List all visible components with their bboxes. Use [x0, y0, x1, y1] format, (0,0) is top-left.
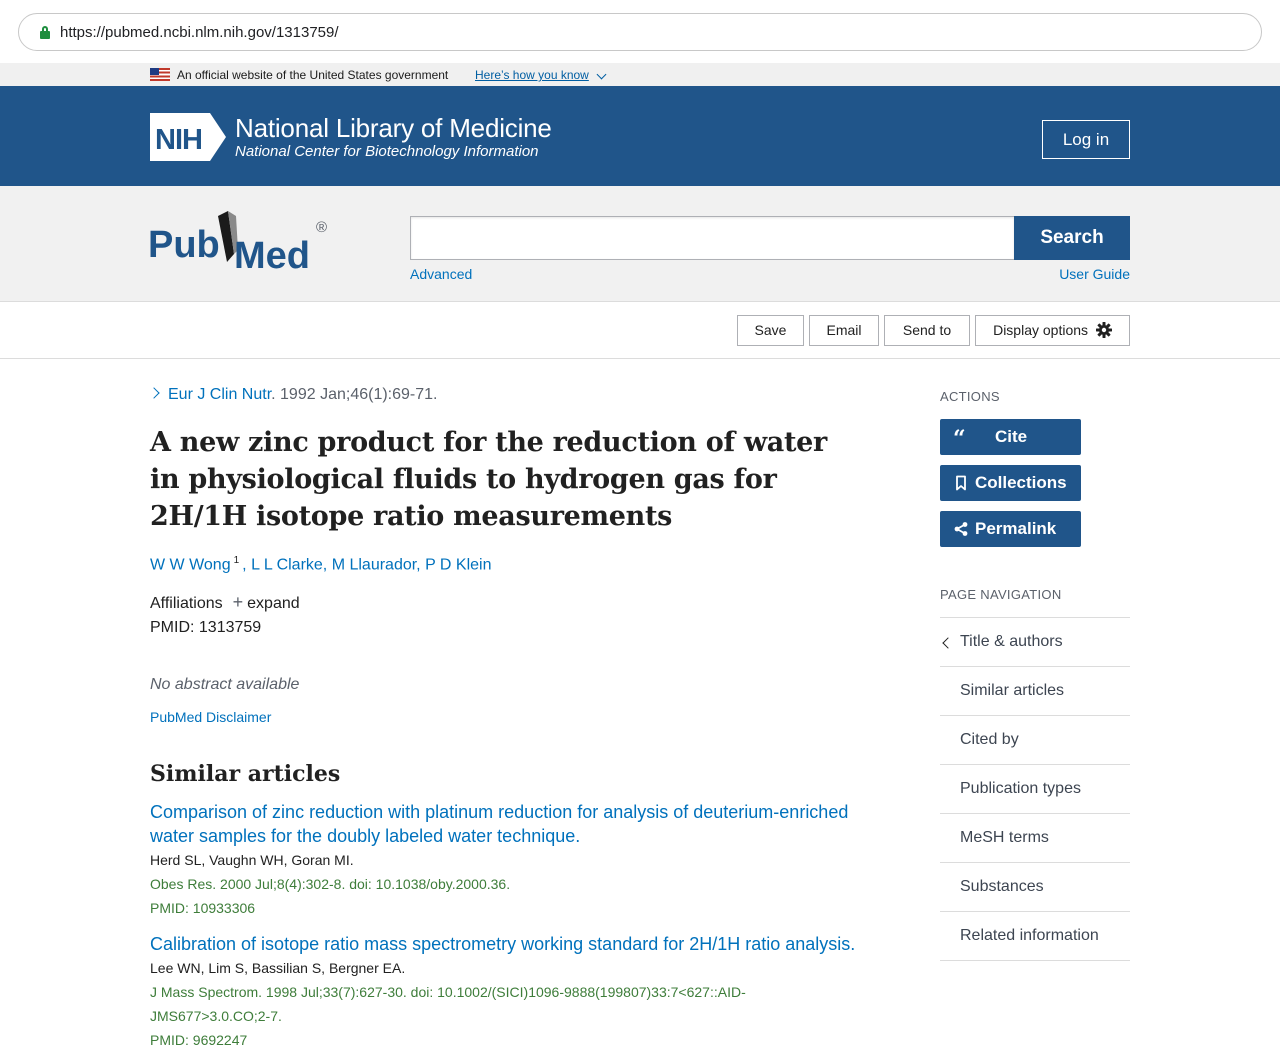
pubmed-search-band: Pub Med ® Search Advanced User Guide	[0, 186, 1280, 302]
url-text[interactable]: https://pubmed.ncbi.nlm.nih.gov/1313759/	[60, 24, 339, 41]
similar-articles-heading: Similar articles	[150, 761, 341, 787]
advanced-search-link[interactable]: Advanced	[410, 266, 472, 282]
nav-item-label: Title & authors	[960, 633, 1063, 650]
nav-item-label: Substances	[960, 878, 1044, 895]
nav-item-publication-types[interactable]: Publication types	[940, 765, 1130, 814]
journal-citation: Eur J Clin Nutr. 1992 Jan;46(1):69-71.	[148, 386, 438, 404]
actions-heading: ACTIONS	[940, 389, 1000, 404]
login-button[interactable]: Log in	[1042, 120, 1130, 159]
chevron-left-icon	[942, 637, 954, 649]
nav-item-cited-by[interactable]: Cited by	[940, 716, 1130, 765]
collections-label: Collections	[975, 473, 1067, 492]
similar-article-pmid: PMID: 9692247	[150, 1032, 248, 1048]
similar-article-citation: Obes Res. 2000 Jul;8(4):302-8. doi: 10.1…	[150, 876, 511, 892]
email-button[interactable]: Email	[809, 315, 879, 346]
nav-item-mesh-terms[interactable]: MeSH terms	[940, 814, 1130, 863]
cite-button[interactable]: “ Cite	[940, 419, 1081, 455]
nav-item-label: Publication types	[960, 780, 1081, 797]
affiliation-ref[interactable]: 1	[234, 555, 240, 566]
pubmed-logo-pub: Pub	[148, 224, 220, 266]
citation-text: . 1992 Jan;46(1):69-71.	[271, 386, 438, 403]
similar-article-authors: Herd SL, Vaughn WH, Goran MI.	[150, 852, 354, 868]
journal-link[interactable]: Eur J Clin Nutr	[168, 386, 271, 403]
nav-item-label: Cited by	[960, 731, 1019, 748]
bookmark-icon	[956, 475, 966, 491]
nih-header: NIH National Library of Medicine Nationa…	[0, 86, 1280, 186]
permalink-button[interactable]: Permalink	[940, 511, 1081, 547]
chevron-down-icon[interactable]	[596, 69, 607, 80]
similar-article-pmid: PMID: 10933306	[150, 900, 256, 916]
nav-item-similar-articles[interactable]: Similar articles	[940, 667, 1130, 716]
display-options-label: Display options	[993, 322, 1089, 338]
permalink-label: Permalink	[975, 519, 1057, 538]
pubmed-logo-med: Med	[234, 235, 310, 272]
ncbi-subtitle: National Center for Biotechnology Inform…	[235, 143, 539, 160]
expand-affiliations-link[interactable]: expand	[247, 595, 300, 612]
author-link[interactable]: W W Wong	[150, 556, 231, 573]
plus-icon[interactable]: +	[233, 592, 244, 612]
gear-icon	[1095, 322, 1112, 338]
pubmed-disclaimer-link[interactable]: PubMed Disclaimer	[150, 709, 271, 725]
us-flag-icon	[150, 68, 170, 81]
author-links[interactable]: L L Clarke, M Llaurador, P D Klein	[251, 556, 491, 573]
similar-article-authors: Lee WN, Lim S, Bassilian S, Bergner EA.	[150, 960, 406, 976]
display-options-button[interactable]: Display options	[975, 315, 1130, 346]
pubmed-logo-registered: ®	[316, 219, 327, 236]
page-navigation-heading: PAGE NAVIGATION	[940, 587, 1062, 602]
nav-item-title-authors[interactable]: Title & authors	[940, 618, 1130, 667]
collections-button[interactable]: Collections	[940, 465, 1081, 501]
author-list: W W Wong 1, L L Clarke, M Llaurador, P D …	[150, 555, 492, 574]
article-title: A new zinc product for the reduction of …	[150, 427, 827, 532]
quote-icon: “	[953, 429, 966, 445]
nav-item-label: Related information	[960, 927, 1099, 944]
similar-article: Calibration of isotope ratio mass spectr…	[150, 932, 855, 1052]
lock-icon	[40, 26, 50, 40]
nav-item-substances[interactable]: Substances	[940, 863, 1130, 912]
affiliations-row: Affiliations + expand	[150, 592, 300, 613]
nlm-title[interactable]: National Library of Medicine	[235, 113, 552, 144]
search-button[interactable]: Search	[1014, 216, 1130, 260]
nav-item-label: MeSH terms	[960, 829, 1049, 846]
svg-text:“: “	[953, 429, 966, 445]
similar-article-title[interactable]: Comparison of zinc reduction with platin…	[150, 800, 870, 848]
similar-article-title[interactable]: Calibration of isotope ratio mass spectr…	[150, 932, 870, 956]
address-bar[interactable]: https://pubmed.ncbi.nlm.nih.gov/1313759/	[18, 13, 1262, 51]
nih-logo[interactable]: NIH	[150, 113, 228, 161]
search-input[interactable]	[410, 216, 1015, 260]
article-toolbar: Save Email Send to Display options	[0, 302, 1280, 359]
browser-chrome: https://pubmed.ncbi.nlm.nih.gov/1313759/	[0, 0, 1280, 63]
nav-item-related-information[interactable]: Related information	[940, 912, 1130, 961]
affiliations-label: Affiliations	[150, 595, 223, 612]
send-to-button[interactable]: Send to	[884, 315, 970, 346]
save-button[interactable]: Save	[737, 315, 804, 346]
share-icon	[954, 522, 968, 536]
heres-how-you-know-link[interactable]: Here’s how you know	[475, 68, 589, 82]
user-guide-link[interactable]: User Guide	[1059, 266, 1130, 282]
pubmed-logo[interactable]: Pub Med ®	[148, 210, 333, 272]
gov-banner-text: An official website of the United States…	[177, 68, 449, 82]
similar-article-citation: J Mass Spectrom. 1998 Jul;33(7):627-30. …	[150, 984, 746, 1024]
nih-logo-text: NIH	[155, 124, 202, 156]
gov-banner: An official website of the United States…	[0, 63, 1280, 86]
pmid: PMID: 1313759	[150, 619, 262, 636]
page-navigation: Title & authors Similar articles Cited b…	[940, 617, 1130, 961]
similar-article: Comparison of zinc reduction with platin…	[150, 800, 870, 920]
chevron-right-icon[interactable]	[148, 387, 160, 399]
cite-label: Cite	[995, 427, 1028, 446]
nav-item-label: Similar articles	[960, 682, 1065, 699]
no-abstract-text: No abstract available	[150, 676, 300, 693]
